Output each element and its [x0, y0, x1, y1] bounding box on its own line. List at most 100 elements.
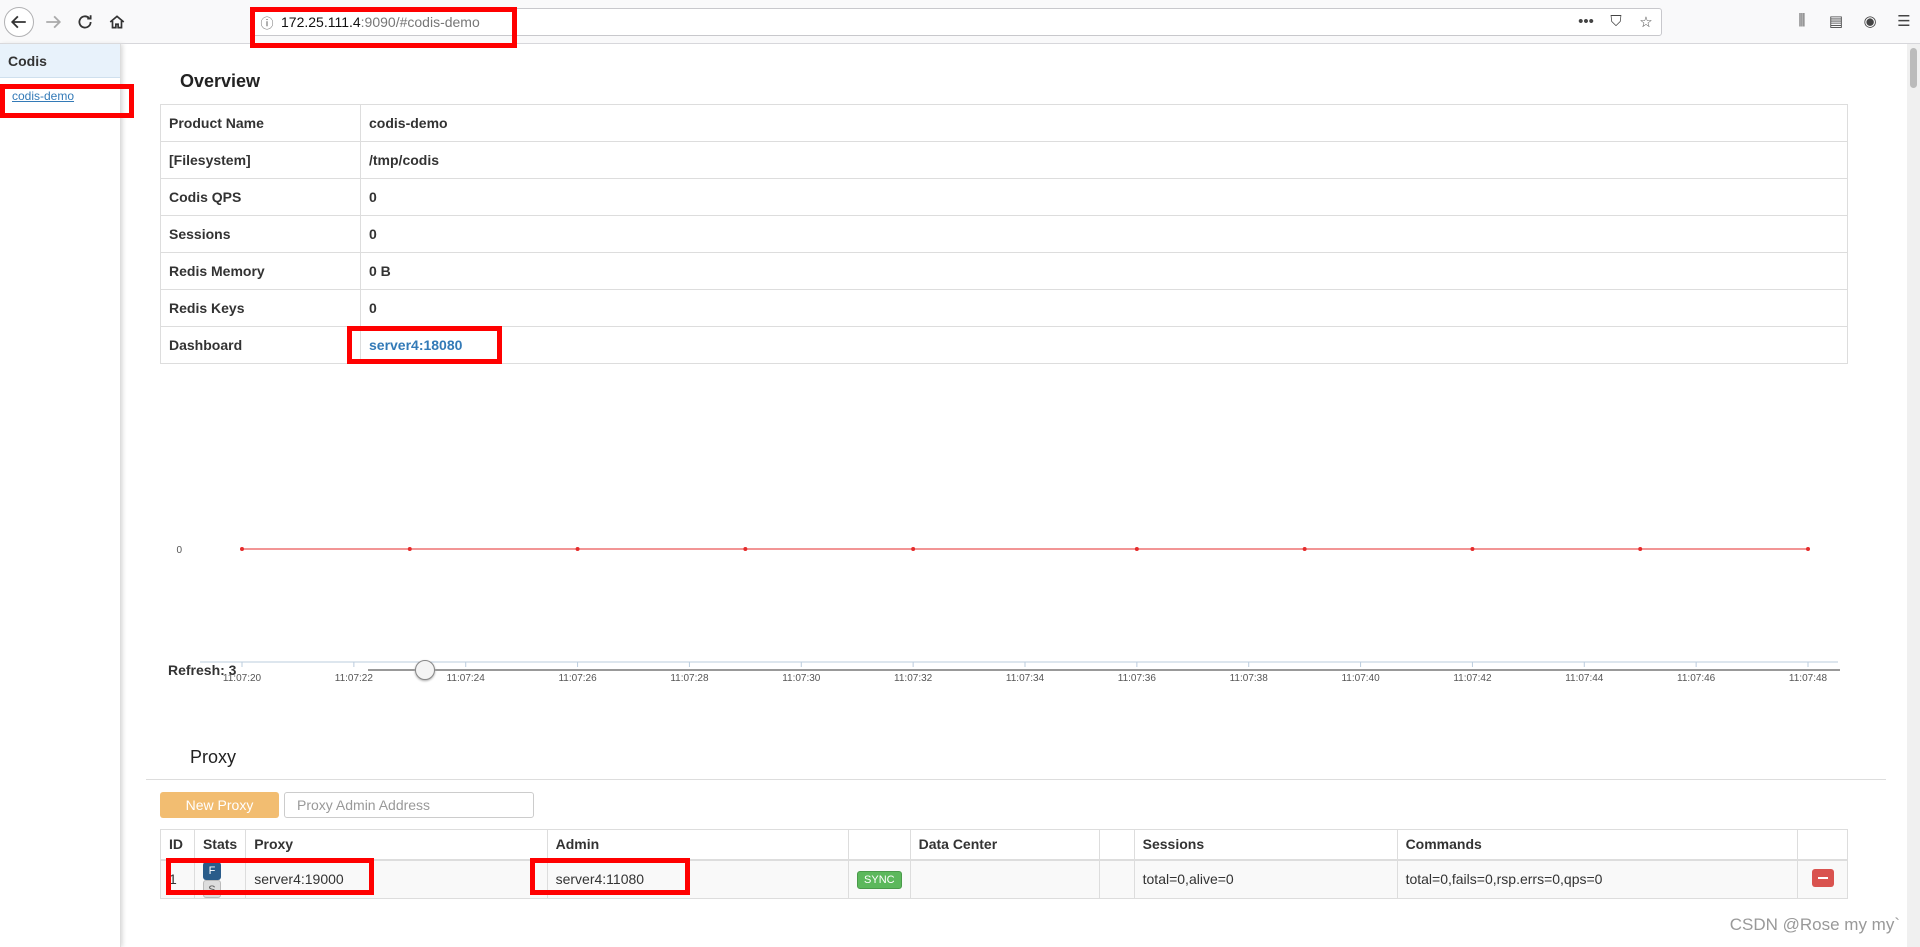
x-tick-label: 11:07:46	[1677, 673, 1716, 684]
overview-key: Dashboard	[160, 326, 361, 364]
site-info-icon[interactable]: ⓘ	[253, 13, 281, 32]
col-admin: Admin	[546, 829, 850, 861]
x-tick-label: 11:07:26	[558, 673, 597, 684]
x-tick-label: 11:07:32	[894, 673, 933, 684]
overview-key: [Filesystem]	[160, 141, 361, 179]
x-tick-label: 11:07:28	[670, 673, 709, 684]
data-point	[407, 547, 412, 551]
proxy-id: 1	[160, 859, 195, 899]
remove-proxy-button[interactable]	[1811, 868, 1834, 887]
forward-arrow-icon	[46, 15, 62, 29]
overview-value: 0	[360, 178, 1848, 216]
url-path: :9090/#codis-demo	[360, 14, 480, 30]
col-blank	[1098, 829, 1135, 861]
x-tick-label: 11:07:44	[1565, 673, 1604, 684]
reload-icon	[78, 15, 92, 29]
col-action	[1797, 829, 1848, 861]
overview-key: Product Name	[160, 104, 361, 142]
sidebar-toggle-icon[interactable]: ▤	[1826, 12, 1846, 30]
page-actions-icon[interactable]: •••	[1577, 13, 1595, 31]
reload-button[interactable]	[70, 7, 100, 37]
x-tick-label: 11:07:40	[1341, 673, 1380, 684]
x-tick-label: 11:07:38	[1230, 673, 1269, 684]
stats-f-button[interactable]: F	[202, 861, 221, 880]
back-button[interactable]	[4, 7, 34, 37]
data-point	[575, 547, 580, 551]
overview-row: [Filesystem]/tmp/codis	[160, 141, 1848, 179]
overview-row: Codis QPS 0	[160, 178, 1848, 216]
col-id: ID	[160, 829, 195, 861]
divider	[146, 779, 1886, 780]
toolbar-right: ⫼ ▤ ◉ ☰	[1792, 12, 1914, 30]
data-point	[1470, 547, 1475, 551]
x-tick-label: 11:07:22	[335, 673, 374, 684]
overview-row: Redis Keys 0	[160, 289, 1848, 327]
refresh-slider-track[interactable]	[368, 669, 1840, 671]
url-actions: ••• ⛉ ☆	[1577, 13, 1655, 31]
url-host: 172.25.111.4	[281, 14, 361, 30]
x-tick-label: 11:07:30	[782, 673, 821, 684]
account-icon[interactable]: ◉	[1860, 12, 1880, 30]
library-icon[interactable]: ⫼	[1792, 12, 1812, 30]
x-tick-label: 11:07:42	[1453, 673, 1492, 684]
sidebar-header: Codis	[0, 44, 120, 78]
col-commands: Commands	[1396, 829, 1799, 861]
pocket-icon[interactable]: ⛉	[1607, 13, 1625, 31]
sessions: total=0,alive=0	[1133, 859, 1398, 899]
data-point	[1806, 547, 1810, 551]
proxy-table-header: ID Stats Proxy Admin Data Center Session…	[160, 829, 1848, 861]
data-point	[911, 547, 916, 551]
overview-row: Sessions 0	[160, 215, 1848, 253]
overview-row-dashboard: Dashboard server4:18080	[160, 326, 1848, 364]
address-bar[interactable]: ⓘ 172.25.111.4:9090/#codis-demo ••• ⛉ ☆	[252, 8, 1662, 36]
admin-address: server4:11080	[546, 859, 850, 899]
x-tick-label: 11:07:34	[1006, 673, 1045, 684]
overview-value: 0	[360, 215, 1848, 253]
overview-key: Sessions	[160, 215, 361, 253]
overview-key: Redis Keys	[160, 289, 361, 327]
sidebar: Codis codis-demo	[0, 44, 121, 947]
proxy-sync-cell: SYNC	[848, 859, 911, 899]
proxy-address: server4:19000	[245, 859, 548, 899]
back-arrow-icon	[10, 15, 26, 29]
sidebar-item-codis-demo[interactable]: codis-demo	[12, 89, 74, 103]
data-point	[743, 547, 748, 551]
overview-title: Overview	[180, 71, 261, 91]
new-proxy-button[interactable]: New Proxy	[160, 792, 279, 818]
sync-button[interactable]: SYNC	[857, 870, 902, 889]
col-data-center: Data Center	[909, 829, 1100, 861]
bookmark-star-icon[interactable]: ☆	[1637, 13, 1655, 31]
col-sync	[848, 829, 911, 861]
watermark: CSDN @Rose my my`	[1729, 915, 1900, 934]
overview-value: 0 B	[360, 252, 1848, 290]
data-point	[240, 547, 244, 551]
proxy-table: ID Stats Proxy Admin Data Center Session…	[160, 829, 1848, 899]
col-sessions: Sessions	[1133, 829, 1398, 861]
forward-button[interactable]	[38, 7, 68, 37]
overview-value: /tmp/codis	[360, 141, 1848, 179]
overview-key: Redis Memory	[160, 252, 361, 290]
col-stats: Stats	[193, 829, 247, 861]
commands: total=0,fails=0,rsp.errs=0,qps=0	[1396, 859, 1799, 899]
y-tick-label: 0	[176, 545, 182, 556]
proxy-title: Proxy	[190, 747, 237, 767]
overview-value: 0	[360, 289, 1848, 327]
x-tick-label: 11:07:36	[1118, 673, 1157, 684]
home-button[interactable]	[102, 7, 132, 37]
data-center	[909, 859, 1100, 899]
data-point	[1134, 547, 1139, 551]
proxy-action-cell	[1797, 859, 1848, 899]
data-point	[1302, 547, 1307, 551]
main-content: Overview Product Name codis-demo [Filesyst…	[122, 44, 1907, 947]
scrollbar-thumb[interactable]	[1910, 48, 1917, 88]
menu-icon[interactable]: ☰	[1894, 12, 1914, 30]
qps-chart: 11:07:20 11:07:22 11:07:24 11:07:26 11:07:28…	[176, 545, 1838, 684]
stats-s-button[interactable]: S	[202, 879, 221, 898]
refresh-slider-handle[interactable]	[415, 660, 435, 680]
page-scrollbar[interactable]	[1907, 44, 1920, 947]
overview-value: codis-demo	[360, 104, 1848, 142]
overview-key: Codis QPS	[160, 178, 361, 216]
dashboard-link[interactable]: server4:18080	[369, 337, 462, 353]
proxy-admin-address-input[interactable]	[284, 792, 534, 818]
refresh-label: Refresh: 3	[168, 662, 237, 678]
